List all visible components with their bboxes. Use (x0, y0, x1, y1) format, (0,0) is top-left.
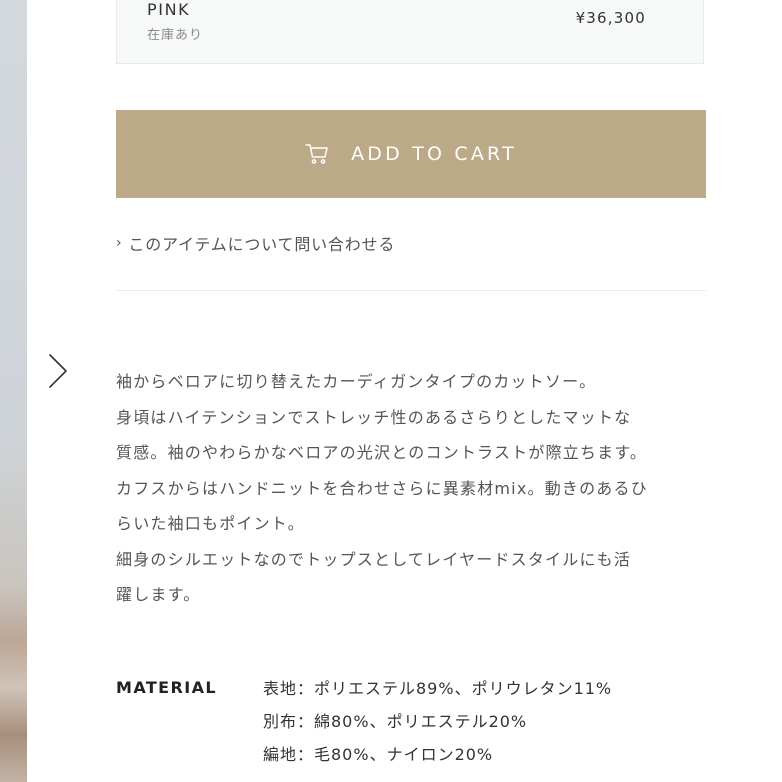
variant-stock-status: 在庫あり (147, 28, 204, 43)
inquiry-link[interactable]: › このアイテムについて問い合わせる (116, 231, 395, 255)
description-line: 質感。袖のやわらかなベロアの光沢とのコントラストが際立ちます。 (116, 443, 648, 462)
material-line: 別布：綿80%、ポリエステル20% (263, 712, 528, 731)
description-line: らいた袖口もポイント。 (116, 514, 305, 533)
description-line: カフスからはハンドニットを合わせさらに異素材mix。動きのあるひ (116, 478, 648, 498)
description-line: 細身のシルエットなのでトップスとしてレイヤードスタイルにも活 (116, 549, 632, 569)
add-to-cart-button[interactable]: ADD TO CART (116, 110, 706, 198)
product-image-edge (0, 0, 27, 782)
variant-option-card[interactable]: PINK 在庫あり ¥36,300 (116, 0, 704, 64)
inquiry-link-label: このアイテムについて問い合わせる (128, 235, 396, 254)
chevron-right-icon (49, 354, 67, 388)
material-line: 表地：ポリエステル89%、ポリウレタン11% (263, 679, 613, 698)
variant-price: ¥36,300 (575, 9, 646, 27)
material-line: 編地：毛80%、ナイロン20% (263, 745, 494, 764)
material-heading: MATERIAL (116, 678, 217, 697)
chevron-right-icon: › (116, 235, 123, 251)
material-details: 表地：ポリエステル89%、ポリウレタン11% 別布：綿80%、ポリエステル20%… (263, 672, 612, 771)
description-line: 身頃はハイテンションでストレッチ性のあるさらりとしたマットな (116, 407, 632, 427)
cart-icon (305, 143, 329, 165)
product-description: 袖からベロアに切り替えたカーディガンタイプのカットソー。 身頃はハイテンションで… (116, 364, 706, 613)
carousel-next-button[interactable] (44, 350, 72, 392)
description-line: 袖からベロアに切り替えたカーディガンタイプのカットソー。 (116, 372, 597, 391)
description-line: 躍します。 (116, 585, 201, 604)
variant-color-name: PINK (147, 0, 191, 19)
section-divider (116, 290, 706, 291)
add-to-cart-label: ADD TO CART (351, 143, 517, 165)
